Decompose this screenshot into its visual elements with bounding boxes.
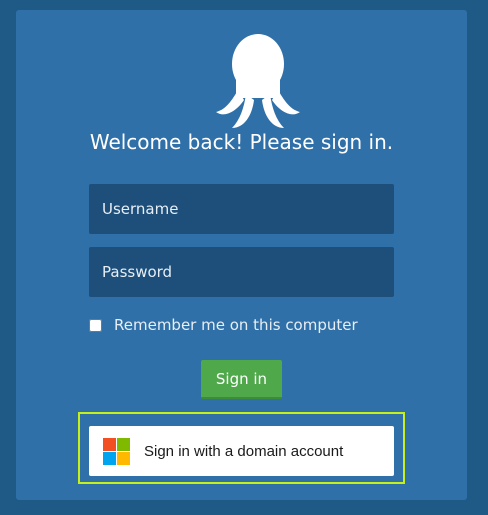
sign-in-button[interactable]: Sign in (201, 360, 282, 399)
page-title: Welcome back! Please sign in. (89, 130, 394, 154)
remember-me-checkbox[interactable] (89, 318, 102, 332)
remember-me-label: Remember me on this computer (114, 316, 358, 334)
microsoft-windows-icon (103, 437, 130, 465)
username-field[interactable] (89, 184, 394, 234)
login-page: Welcome back! Please sign in. Remember m… (0, 0, 488, 515)
octopus-logo-icon (216, 34, 300, 128)
password-field[interactable] (89, 247, 394, 297)
domain-sign-in-label: Sign in with a domain account (144, 442, 344, 460)
domain-sign-in-button[interactable]: Sign in with a domain account (89, 426, 394, 476)
login-card: Welcome back! Please sign in. Remember m… (16, 10, 467, 500)
remember-me-row[interactable]: Remember me on this computer (89, 314, 358, 336)
